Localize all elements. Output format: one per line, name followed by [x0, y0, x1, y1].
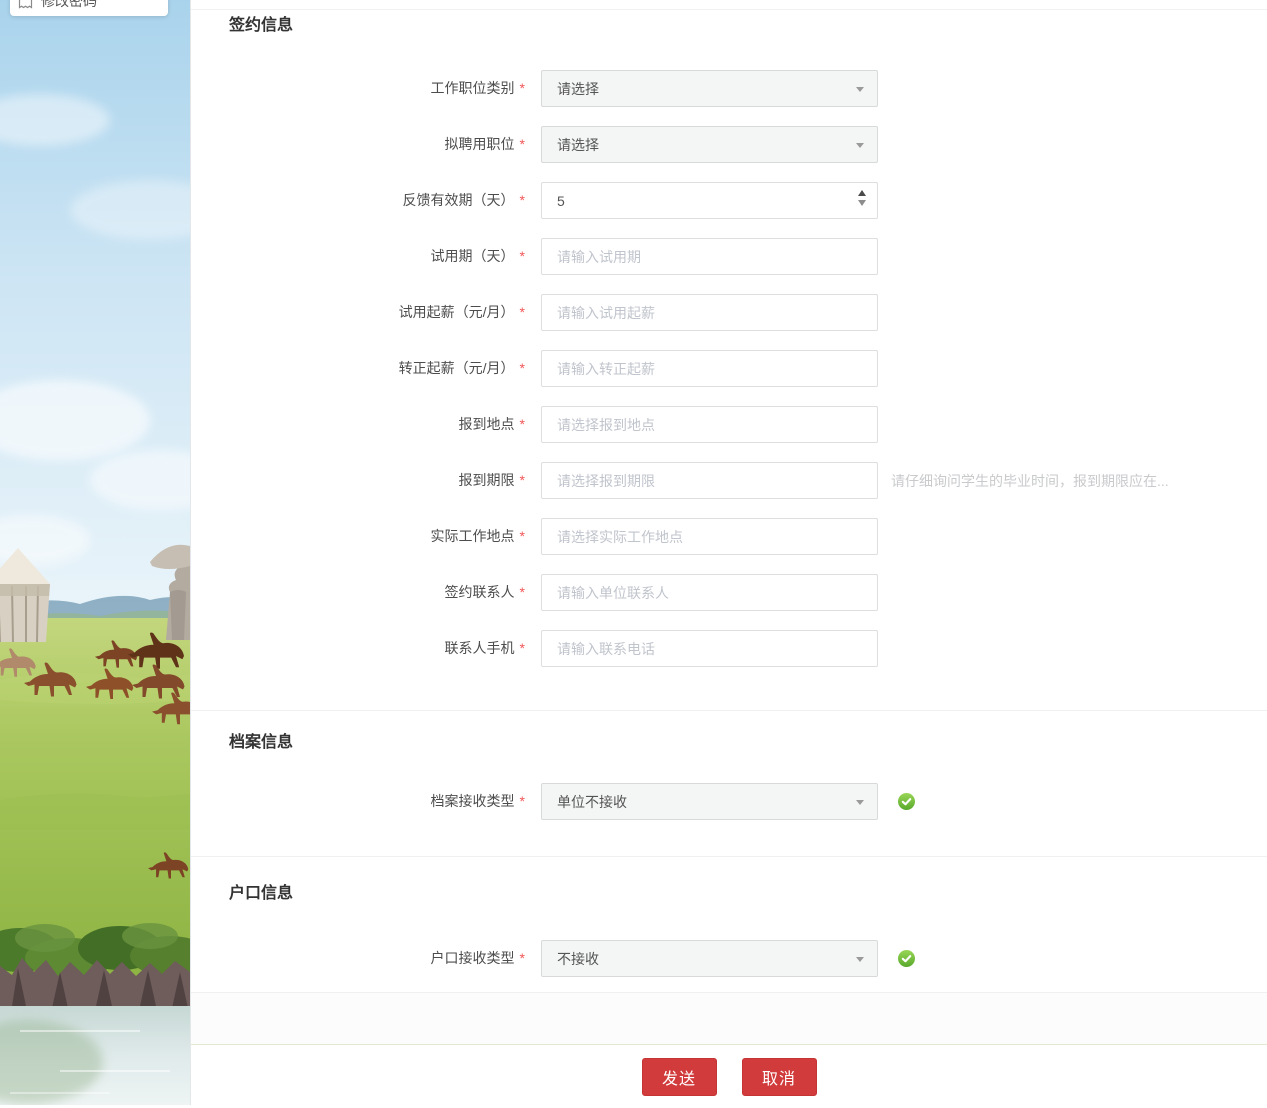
select-value: 不接收 [557, 949, 599, 969]
form-row-report-deadline: 报到期限 * 请仔细询问学生的毕业时间，报到期限应在... [191, 462, 1267, 499]
report-deadline-hint: 请仔细询问学生的毕业时间，报到期限应在... [891, 471, 1169, 491]
footer-spacer-band [191, 993, 1267, 1045]
field-label: 试用期（天） [431, 238, 515, 275]
signing-section: 工作职位类别 * 请选择 拟聘用职位 * 请选择 反馈有效期（天） * [191, 70, 1267, 667]
certificate-icon [18, 0, 33, 11]
sidebar-menu-item-change-password[interactable]: 修改密码 [10, 0, 168, 16]
field-label: 反馈有效期（天） [403, 182, 515, 219]
form-row-archive-receive-type: 档案接收类型 * 单位不接收 [191, 783, 1267, 820]
field-label: 签约联系人 [445, 574, 515, 611]
chevron-down-icon [856, 143, 864, 148]
regular-salary-input[interactable] [541, 350, 878, 387]
hukou-section-title: 户口信息 [191, 883, 1267, 905]
cancel-button[interactable]: 取消 [742, 1058, 817, 1096]
chevron-down-icon [856, 800, 864, 805]
check-circle-icon [898, 950, 915, 967]
form-row-probation-period: 试用期（天） * [191, 238, 1267, 275]
send-button[interactable]: 发送 [642, 1058, 717, 1096]
required-asterisk: * [520, 294, 525, 331]
report-deadline-input[interactable] [541, 462, 878, 499]
proposed-position-select[interactable]: 请选择 [541, 126, 878, 163]
main-form-panel: 签约信息 工作职位类别 * 请选择 拟聘用职位 * 请选择 反 [190, 0, 1267, 1105]
field-label: 户口接收类型 [431, 940, 515, 977]
form-row-work-location: 实际工作地点 * [191, 518, 1267, 555]
required-asterisk: * [520, 940, 525, 977]
field-label: 档案接收类型 [431, 783, 515, 820]
field-label: 拟聘用职位 [445, 126, 515, 163]
field-label: 联系人手机 [445, 630, 515, 667]
field-label: 转正起薪（元/月） [399, 350, 515, 387]
field-label: 试用起薪（元/月） [399, 294, 515, 331]
signing-section-title: 签约信息 [191, 15, 1267, 37]
archive-section-title: 档案信息 [191, 732, 1267, 754]
required-asterisk: * [520, 182, 525, 219]
hukou-receive-type-select[interactable]: 不接收 [541, 940, 878, 977]
chevron-down-icon [856, 87, 864, 92]
check-circle-icon [898, 793, 915, 810]
section-divider [191, 856, 1267, 857]
form-footer: 发送 取消 [191, 1045, 1267, 1108]
report-location-input[interactable] [541, 406, 878, 443]
feedback-validity-input[interactable] [541, 182, 878, 219]
form-row-probation-salary: 试用起薪（元/月） * [191, 294, 1267, 331]
required-asterisk: * [520, 126, 525, 163]
required-asterisk: * [520, 350, 525, 387]
sidebar-menu-item-label: 修改密码 [41, 0, 97, 11]
panel-top-divider [191, 0, 1267, 10]
form-row-feedback-validity: 反馈有效期（天） * [191, 182, 1267, 219]
required-asterisk: * [520, 574, 525, 611]
field-label: 实际工作地点 [431, 518, 515, 555]
contact-person-input[interactable] [541, 574, 878, 611]
form-row-contact-person: 签约联系人 * [191, 574, 1267, 611]
work-location-input[interactable] [541, 518, 878, 555]
number-stepper[interactable] [858, 190, 866, 206]
form-row-report-location: 报到地点 * [191, 406, 1267, 443]
required-asterisk: * [520, 462, 525, 499]
required-asterisk: * [520, 238, 525, 275]
probation-salary-input[interactable] [541, 294, 878, 331]
field-label: 报到地点 [459, 406, 515, 443]
probation-period-input[interactable] [541, 238, 878, 275]
select-value: 单位不接收 [557, 792, 627, 812]
field-label: 报到期限 [459, 462, 515, 499]
form-row-contact-phone: 联系人手机 * [191, 630, 1267, 667]
contact-phone-input[interactable] [541, 630, 878, 667]
spinner-up-icon[interactable] [858, 190, 866, 196]
form-row-hukou-receive-type: 户口接收类型 * 不接收 [191, 940, 1267, 977]
section-divider [191, 710, 1267, 711]
form-row-proposed-position: 拟聘用职位 * 请选择 [191, 126, 1267, 163]
sidebar-background-image [0, 0, 190, 1105]
select-value: 请选择 [557, 135, 599, 155]
required-asterisk: * [520, 783, 525, 820]
select-value: 请选择 [557, 79, 599, 99]
chevron-down-icon [856, 957, 864, 962]
archive-receive-type-select[interactable]: 单位不接收 [541, 783, 878, 820]
form-row-job-category: 工作职位类别 * 请选择 [191, 70, 1267, 107]
sidebar: 修改密码 [0, 0, 190, 1105]
required-asterisk: * [520, 518, 525, 555]
field-label: 工作职位类别 [431, 70, 515, 107]
required-asterisk: * [520, 406, 525, 443]
job-category-select[interactable]: 请选择 [541, 70, 878, 107]
required-asterisk: * [520, 630, 525, 667]
required-asterisk: * [520, 70, 525, 107]
form-row-regular-salary: 转正起薪（元/月） * [191, 350, 1267, 387]
spinner-down-icon[interactable] [858, 200, 866, 206]
